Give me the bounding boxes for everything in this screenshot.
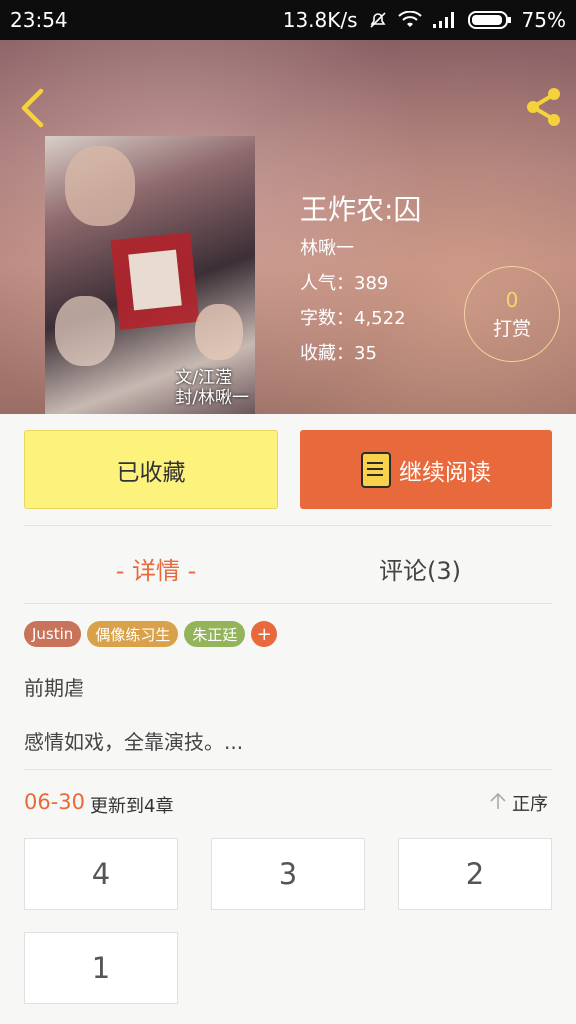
back-button[interactable] <box>14 88 50 132</box>
chevron-left-icon <box>19 88 45 132</box>
network-speed: 13.8K/s <box>282 8 358 32</box>
update-status: 更新到4章 <box>90 796 174 817</box>
cover-text-designer: 封/林啾一 <box>175 388 249 408</box>
book-word-count: 字数：4,522 <box>300 308 406 329</box>
add-tag-button[interactable]: + <box>251 621 278 647</box>
favorited-button[interactable]: 已收藏 <box>24 430 278 509</box>
mute-bell-icon <box>368 10 388 30</box>
cover-text-writer: 文/江滢 <box>175 368 232 388</box>
status-time: 23:54 <box>10 8 68 32</box>
book-popularity: 人气：389 <box>300 273 389 294</box>
tag-item[interactable]: 偶像练习生 <box>87 621 179 647</box>
chapter-button[interactable]: 1 <box>24 932 178 1004</box>
description-line-1: 前期虐 <box>24 676 84 700</box>
arrow-up-icon <box>488 791 508 816</box>
reward-count: 0 <box>505 287 519 312</box>
reward-button[interactable]: 0 打赏 <box>464 266 560 362</box>
book-favorites: 收藏：35 <box>300 343 377 364</box>
book-author[interactable]: 林啾一 <box>300 234 354 260</box>
status-bar: 23:54 13.8K/s 75% <box>0 0 576 40</box>
sort-label: 正序 <box>512 794 548 815</box>
battery-icon <box>467 10 512 30</box>
book-header: 文/江滢 封/林啾一 王炸农:囚 林啾一 人气：389 字数：4,522 收藏：… <box>0 40 576 414</box>
book-icon <box>361 451 391 488</box>
divider <box>24 603 552 604</box>
chapter-button[interactable]: 2 <box>398 838 552 910</box>
wifi-icon <box>397 11 422 29</box>
update-date: 06-30 <box>24 790 86 814</box>
tag-item[interactable]: Justin <box>24 621 82 647</box>
continue-reading-button[interactable]: 继续阅读 <box>300 430 552 509</box>
chapter-button[interactable]: 4 <box>24 838 178 910</box>
tab-details[interactable]: - 详情 - <box>24 548 288 588</box>
favorited-label: 已收藏 <box>116 459 186 486</box>
share-button[interactable] <box>520 86 566 132</box>
divider <box>24 769 552 770</box>
sort-order-button[interactable]: 正序 <box>488 790 548 816</box>
share-icon <box>521 85 565 133</box>
book-title: 王炸农:囚 <box>300 193 422 226</box>
book-cover-image[interactable]: 文/江滢 封/林啾一 <box>45 136 255 414</box>
chapter-button[interactable]: 3 <box>211 838 365 910</box>
tab-comments[interactable]: 评论(3) <box>288 548 552 588</box>
battery-percent: 75% <box>521 8 566 32</box>
continue-reading-label: 继续阅读 <box>399 459 491 486</box>
reward-label: 打赏 <box>492 317 531 340</box>
description-line-2[interactable]: 感情如戏，全靠演技。... <box>24 726 243 755</box>
tag-item[interactable]: 朱正廷 <box>184 621 246 647</box>
signal-icon <box>432 11 458 29</box>
divider <box>24 525 552 526</box>
tag-list: Justin 偶像练习生 朱正廷 + <box>24 621 278 647</box>
